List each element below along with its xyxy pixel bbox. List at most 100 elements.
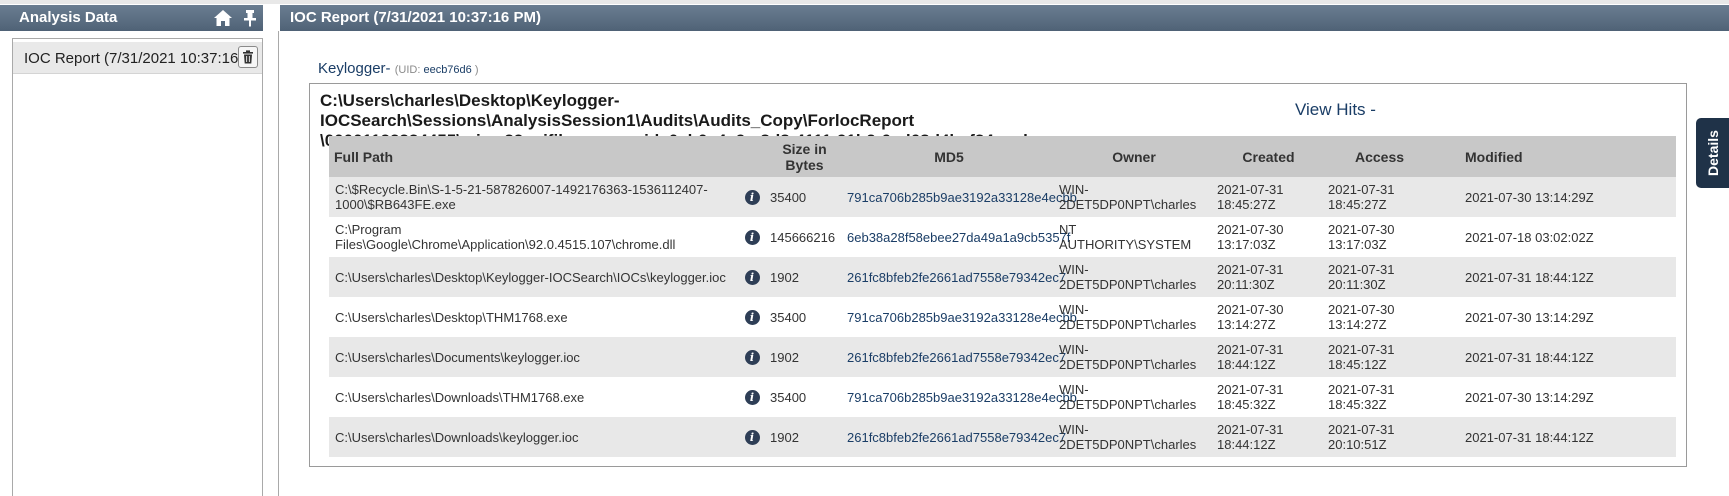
info-cell: i <box>738 217 766 257</box>
cell-modified: 2021-07-31 18:44:12Z <box>1435 337 1676 377</box>
home-icon[interactable] <box>213 9 233 27</box>
cell-access: 2021-07-31 20:11:30Z <box>1324 257 1435 297</box>
cell-created: 2021-07-31 18:45:32Z <box>1213 377 1324 417</box>
info-icon[interactable]: i <box>744 430 760 445</box>
cell-owner: WIN-2DET5DP0NPT\charles <box>1055 257 1213 297</box>
delete-button[interactable] <box>238 46 258 68</box>
cell-path: C:\$Recycle.Bin\S-1-5-21-587826007-14921… <box>329 177 738 217</box>
top-border <box>0 0 1729 4</box>
column-header-modified[interactable]: Modified <box>1435 136 1676 177</box>
cell-access: 2021-07-31 20:10:51Z <box>1324 417 1435 457</box>
cell-path: C:\Users\charles\Documents\keylogger.ioc <box>329 337 738 377</box>
cell-access: 2021-07-31 18:45:12Z <box>1324 337 1435 377</box>
column-header-full-path[interactable]: Full Path <box>329 136 738 177</box>
ioc-name-heading: Keylogger- (UID: eecb76d6 ) <box>318 60 479 77</box>
cell-md5[interactable]: 261fc8bfeb2fe2661ad7558e79342ec7 <box>843 417 1066 457</box>
cell-modified: 2021-07-30 13:14:29Z <box>1435 177 1676 217</box>
cell-modified: 2021-07-30 13:14:29Z <box>1435 377 1676 417</box>
cell-path: C:\Users\charles\Desktop\THM1768.exe <box>329 297 738 337</box>
cell-access: 2021-07-30 13:14:27Z <box>1324 297 1435 337</box>
info-cell: i <box>738 377 766 417</box>
info-icon[interactable]: i <box>744 190 760 205</box>
cell-access: 2021-07-31 18:45:32Z <box>1324 377 1435 417</box>
ioc-report-list-item-label: IOC Report (7/31/2021 10:37:16 PM) <box>24 50 239 67</box>
cell-path: C:\Users\charles\Desktop\Keylogger-IOCSe… <box>329 257 738 297</box>
view-hits-toggle[interactable]: View Hits - <box>1295 100 1376 120</box>
details-tab[interactable]: Details <box>1696 118 1729 188</box>
cell-owner: WIN-2DET5DP0NPT\charles <box>1055 337 1213 377</box>
pin-icon[interactable] <box>243 9 257 27</box>
column-header-md5[interactable]: MD5 <box>843 136 1055 177</box>
uid-value: eecb76d6 <box>423 64 472 76</box>
uid-label: (UID: eecb76d6 ) <box>394 64 479 76</box>
cell-created: 2021-07-31 20:11:30Z <box>1213 257 1324 297</box>
cell-modified: 2021-07-18 03:02:02Z <box>1435 217 1676 257</box>
cell-owner: WIN-2DET5DP0NPT\charles <box>1055 377 1213 417</box>
cell-size: 1902 <box>766 337 843 377</box>
table-row[interactable]: C:\Users\charles\Downloads\THM1768.exe i 3… <box>329 377 1676 417</box>
table-row[interactable]: C:\Users\charles\Documents\keylogger.ioc… <box>329 337 1676 377</box>
info-cell: i <box>738 257 766 297</box>
table-header-row: Full Path Size in Bytes MD5 Owner Create… <box>329 136 1676 177</box>
info-cell: i <box>738 417 766 457</box>
info-cell: i <box>738 337 766 377</box>
cell-path: C:\Users\charles\Downloads\THM1768.exe <box>329 377 738 417</box>
table-row[interactable]: C:\$Recycle.Bin\S-1-5-21-587826007-14921… <box>329 177 1676 217</box>
cell-md5[interactable]: 791ca706b285b9ae3192a33128e4ecbb <box>843 377 1077 417</box>
analysis-data-title: Analysis Data <box>19 9 118 26</box>
table-row[interactable]: C:\Program Files\Google\Chrome\Applicati… <box>329 217 1676 257</box>
column-header-info <box>738 136 766 177</box>
column-header-size[interactable]: Size in Bytes <box>766 136 843 177</box>
cell-md5[interactable]: 791ca706b285b9ae3192a33128e4ecbb <box>843 297 1077 337</box>
cell-size: 1902 <box>766 417 843 457</box>
ioc-name-link[interactable]: Keylogger- <box>318 60 391 77</box>
cell-owner: WIN-2DET5DP0NPT\charles <box>1055 177 1213 217</box>
ioc-report-title: IOC Report (7/31/2021 10:37:16 PM) <box>290 9 541 26</box>
cell-md5[interactable]: 261fc8bfeb2fe2661ad7558e79342ec7 <box>843 257 1066 297</box>
ioc-report-list-item[interactable]: IOC Report (7/31/2021 10:37:16 PM) <box>13 42 262 74</box>
info-cell: i <box>738 177 766 217</box>
cell-created: 2021-07-31 18:44:12Z <box>1213 417 1324 457</box>
cell-size: 35400 <box>766 297 843 337</box>
cell-created: 2021-07-30 13:17:03Z <box>1213 217 1324 257</box>
cell-modified: 2021-07-30 13:14:29Z <box>1435 297 1676 337</box>
cell-owner: NT AUTHORITY\SYSTEM <box>1055 217 1213 257</box>
cell-size: 145666216 <box>766 217 843 257</box>
cell-access: 2021-07-30 13:17:03Z <box>1324 217 1435 257</box>
info-icon[interactable]: i <box>744 390 760 405</box>
info-icon[interactable]: i <box>744 270 760 285</box>
details-tab-label: Details <box>1704 130 1721 176</box>
cell-owner: WIN-2DET5DP0NPT\charles <box>1055 417 1213 457</box>
info-icon[interactable]: i <box>744 310 760 325</box>
cell-size: 1902 <box>766 257 843 297</box>
cell-path: C:\Program Files\Google\Chrome\Applicati… <box>329 217 738 257</box>
table-row[interactable]: C:\Users\charles\Desktop\Keylogger-IOCSe… <box>329 257 1676 297</box>
cell-md5[interactable]: 261fc8bfeb2fe2661ad7558e79342ec7 <box>843 337 1066 377</box>
cell-md5[interactable]: 6eb38a28f58ebee27da49a1a9cb5357f <box>843 217 1070 257</box>
info-cell: i <box>738 297 766 337</box>
column-header-created[interactable]: Created <box>1213 136 1324 177</box>
trash-icon <box>243 50 253 64</box>
analysis-data-header: Analysis Data <box>0 5 265 31</box>
cell-created: 2021-07-31 18:45:27Z <box>1213 177 1324 217</box>
cell-created: 2021-07-30 13:14:27Z <box>1213 297 1324 337</box>
column-header-access[interactable]: Access <box>1324 136 1435 177</box>
table-body: C:\$Recycle.Bin\S-1-5-21-587826007-14921… <box>329 177 1676 457</box>
cell-size: 35400 <box>766 177 843 217</box>
ioc-report-header: IOC Report (7/31/2021 10:37:16 PM) <box>280 5 1729 31</box>
cell-modified: 2021-07-31 18:44:12Z <box>1435 417 1676 457</box>
cell-md5[interactable]: 791ca706b285b9ae3192a33128e4ecbb <box>843 177 1077 217</box>
cell-modified: 2021-07-31 18:44:12Z <box>1435 257 1676 297</box>
left-panel <box>12 38 263 496</box>
cell-owner: WIN-2DET5DP0NPT\charles <box>1055 297 1213 337</box>
table-row[interactable]: C:\Users\charles\Desktop\THM1768.exe i 354… <box>329 297 1676 337</box>
column-header-owner[interactable]: Owner <box>1055 136 1213 177</box>
cell-path: C:\Users\charles\Downloads\keylogger.ioc <box>329 417 738 457</box>
cell-created: 2021-07-31 18:44:12Z <box>1213 337 1324 377</box>
table-row[interactable]: C:\Users\charles\Downloads\keylogger.ioc… <box>329 417 1676 457</box>
cell-access: 2021-07-31 18:45:27Z <box>1324 177 1435 217</box>
info-icon[interactable]: i <box>744 350 760 365</box>
hits-table: Full Path Size in Bytes MD5 Owner Create… <box>329 136 1676 457</box>
cell-size: 35400 <box>766 377 843 417</box>
info-icon[interactable]: i <box>744 230 760 245</box>
